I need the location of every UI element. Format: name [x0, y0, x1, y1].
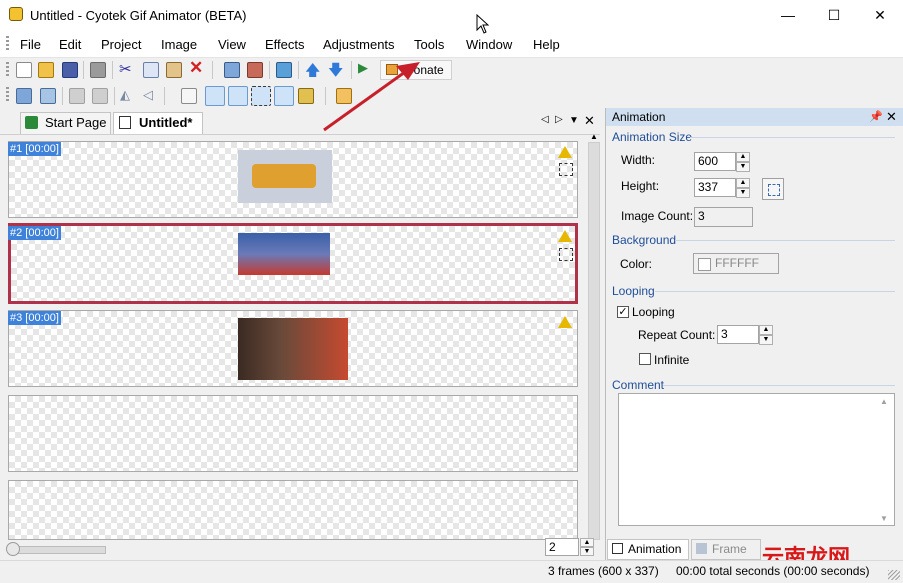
mouse-cursor-icon — [476, 14, 490, 34]
annotation-arrow — [323, 62, 420, 132]
arrow-shaft — [323, 70, 406, 132]
